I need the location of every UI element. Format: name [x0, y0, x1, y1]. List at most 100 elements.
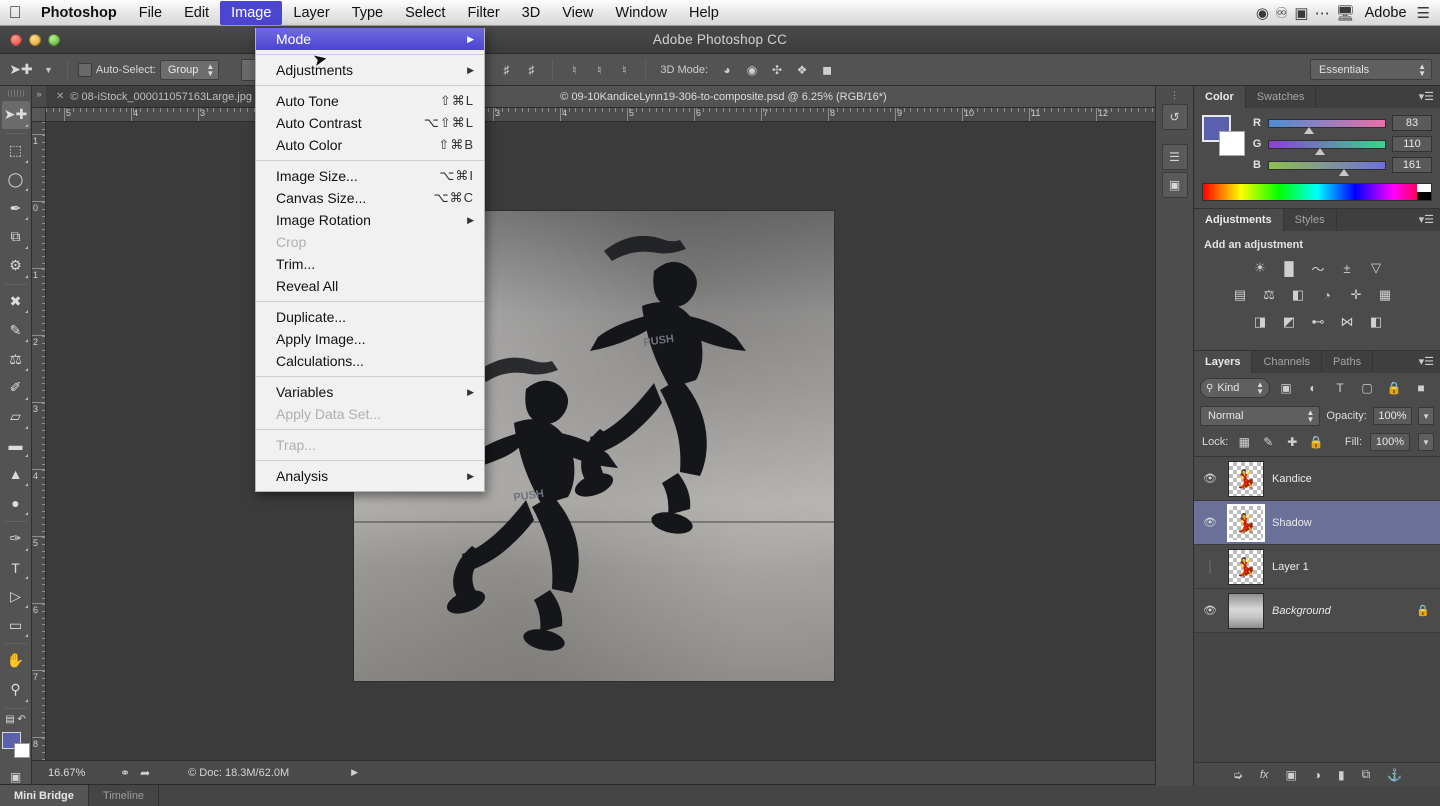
- layer-name[interactable]: Background: [1272, 605, 1408, 617]
- blend-mode-dropdown[interactable]: Normal ▲▼: [1200, 406, 1320, 426]
- menu-item-mode[interactable]: Mode▶: [256, 28, 484, 50]
- lock-all-icon[interactable]: 🔒: [1308, 435, 1324, 449]
- gradient-tool[interactable]: ▬: [2, 432, 30, 460]
- lock-position-icon[interactable]: ✚: [1284, 435, 1300, 449]
- ellipsis-icon[interactable]: ⋯: [1315, 4, 1330, 22]
- zoom-level[interactable]: 16.67%: [48, 767, 110, 779]
- share-icon[interactable]: ➦: [140, 766, 150, 780]
- brush-tool[interactable]: ✎: [2, 316, 30, 344]
- os-menu-3d[interactable]: 3D: [511, 1, 552, 25]
- menu-item-variables[interactable]: Variables▶: [256, 381, 484, 403]
- path-selection-tool[interactable]: ▷: [2, 582, 30, 610]
- properties-panel-icon[interactable]: ☰: [1162, 144, 1188, 170]
- menu-item-trim[interactable]: Trim...: [256, 253, 484, 275]
- gradient-map-icon[interactable]: ⋈: [1337, 313, 1357, 331]
- slider-thumb[interactable]: [1304, 127, 1314, 134]
- display-icon[interactable]: 🖥: [1336, 4, 1355, 22]
- os-menu-edit[interactable]: Edit: [173, 1, 220, 25]
- tab-adjustments[interactable]: Adjustments: [1194, 209, 1284, 231]
- background-color-swatch[interactable]: [1219, 131, 1245, 156]
- clone-stamp-tool[interactable]: ⚖: [2, 345, 30, 373]
- layer-visibility-toggle[interactable]: [1200, 561, 1220, 573]
- green-value[interactable]: 110: [1392, 136, 1432, 152]
- pixel-layer-filter-icon[interactable]: ▣: [1275, 378, 1297, 398]
- new-group-icon[interactable]: ▮: [1338, 768, 1345, 782]
- horizontal-ruler[interactable]: 5432345678910111213: [46, 108, 1187, 122]
- layer-style-icon[interactable]: fx: [1260, 769, 1269, 781]
- smart-object-filter-icon[interactable]: 🔒: [1383, 378, 1405, 398]
- tab-color[interactable]: Color: [1194, 86, 1246, 108]
- color-lookup-icon[interactable]: ▦: [1375, 286, 1395, 304]
- panel-menu-icon[interactable]: ▾☰: [1419, 213, 1434, 226]
- quick-selection-tool[interactable]: ✒: [2, 194, 30, 222]
- menu-item-canvas-size[interactable]: Canvas Size...⌥⌘C: [256, 187, 484, 209]
- panel-expander-icon[interactable]: »: [32, 86, 46, 107]
- menu-item-auto-contrast[interactable]: Auto Contrast⌥⇧⌘L: [256, 112, 484, 134]
- panel-grip[interactable]: ⋮: [1168, 92, 1182, 98]
- scale-3d-object-icon[interactable]: ◼: [816, 60, 838, 80]
- shape-layer-filter-icon[interactable]: ▢: [1356, 378, 1378, 398]
- mini-bridge-panel-icon[interactable]: ▣: [1162, 172, 1188, 198]
- canvas-area[interactable]: PUSH PUSH: [46, 122, 1187, 778]
- spot-healing-brush-tool[interactable]: ✖: [2, 288, 30, 316]
- distribute-middle-icon[interactable]: ♮: [588, 60, 610, 80]
- tab-styles[interactable]: Styles: [1284, 209, 1337, 231]
- tab-channels[interactable]: Channels: [1252, 351, 1321, 373]
- screen-record-icon[interactable]: ▣: [1294, 4, 1308, 22]
- default-colors-icon[interactable]: ▤ ↶: [2, 712, 30, 728]
- chevron-down-icon[interactable]: ▼: [40, 65, 57, 75]
- history-brush-tool[interactable]: ✐: [2, 374, 30, 402]
- tab-mini-bridge[interactable]: Mini Bridge: [0, 785, 89, 806]
- layer-mask-icon[interactable]: ▣: [1285, 768, 1296, 782]
- adjustment-layer-filter-icon[interactable]: ◐: [1302, 378, 1324, 398]
- brightness-contrast-icon[interactable]: ☀: [1250, 259, 1270, 277]
- ruler-corner[interactable]: [32, 108, 46, 122]
- layer-thumbnail[interactable]: [1228, 593, 1264, 629]
- layer-visibility-toggle[interactable]: 👁: [1200, 516, 1220, 529]
- slide-3d-object-icon[interactable]: ❖: [791, 60, 813, 80]
- panel-menu-icon[interactable]: ▾☰: [1419, 90, 1434, 103]
- red-value[interactable]: 83: [1392, 115, 1432, 131]
- fill-value[interactable]: 100%: [1370, 433, 1410, 451]
- workspace-switcher[interactable]: Essentials ▲▼: [1310, 59, 1432, 80]
- layer-name[interactable]: Layer 1: [1272, 561, 1440, 573]
- menu-item-image-rotation[interactable]: Image Rotation▶: [256, 209, 484, 231]
- layer-row-background[interactable]: 👁 Background 🔒: [1194, 589, 1440, 633]
- menu-item-reveal-all[interactable]: Reveal All: [256, 275, 484, 297]
- blur-tool[interactable]: ▲: [2, 460, 30, 488]
- dodge-tool[interactable]: ●: [2, 489, 30, 517]
- delete-layer-icon[interactable]: ⚓: [1387, 768, 1402, 782]
- tab-swatches[interactable]: Swatches: [1246, 86, 1317, 108]
- os-menu-select[interactable]: Select: [394, 1, 456, 25]
- red-slider-track[interactable]: [1268, 119, 1386, 128]
- auto-select-checkbox[interactable]: [78, 63, 92, 77]
- new-fill-adjustment-icon[interactable]: ◑: [1314, 768, 1321, 782]
- os-menu-photoshop[interactable]: Photoshop: [30, 1, 128, 25]
- slider-thumb[interactable]: [1339, 169, 1349, 176]
- tab-timeline[interactable]: Timeline: [89, 785, 159, 806]
- invert-icon[interactable]: ◨: [1250, 313, 1270, 331]
- adobe-label[interactable]: Adobe: [1361, 5, 1411, 21]
- layer-name[interactable]: Shadow: [1272, 517, 1440, 529]
- type-tool[interactable]: T: [2, 554, 30, 582]
- auto-select-dropdown[interactable]: Group ▲▼: [160, 60, 220, 80]
- levels-icon[interactable]: █: [1279, 259, 1299, 277]
- os-menu-help[interactable]: Help: [678, 1, 730, 25]
- chevron-right-icon[interactable]: ▶: [351, 767, 358, 778]
- curves-icon[interactable]: 〜: [1308, 259, 1328, 277]
- eyedropper-tool[interactable]: ⚙: [2, 252, 30, 280]
- layer-thumbnail[interactable]: 💃: [1228, 461, 1264, 497]
- fill-slider-toggle[interactable]: ▼: [1418, 433, 1434, 451]
- lasso-tool[interactable]: ◯: [2, 166, 30, 194]
- lock-transparency-icon[interactable]: ▦: [1236, 435, 1252, 449]
- move-tool[interactable]: ➤✚: [2, 101, 30, 129]
- opacity-value[interactable]: 100%: [1373, 407, 1412, 425]
- marquee-tool[interactable]: ⬚: [2, 137, 30, 165]
- zoom-tool[interactable]: ⚲: [2, 676, 30, 704]
- type-layer-filter-icon[interactable]: T: [1329, 378, 1351, 398]
- layer-filter-kind-dropdown[interactable]: ⚲ Kind ▲▼: [1200, 378, 1270, 398]
- color-balance-icon[interactable]: ⚖: [1259, 286, 1279, 304]
- tab-layers[interactable]: Layers: [1194, 351, 1252, 373]
- creative-cloud-icon[interactable]: ♾: [1275, 4, 1288, 22]
- distribute-center-icon[interactable]: ♯: [495, 60, 517, 80]
